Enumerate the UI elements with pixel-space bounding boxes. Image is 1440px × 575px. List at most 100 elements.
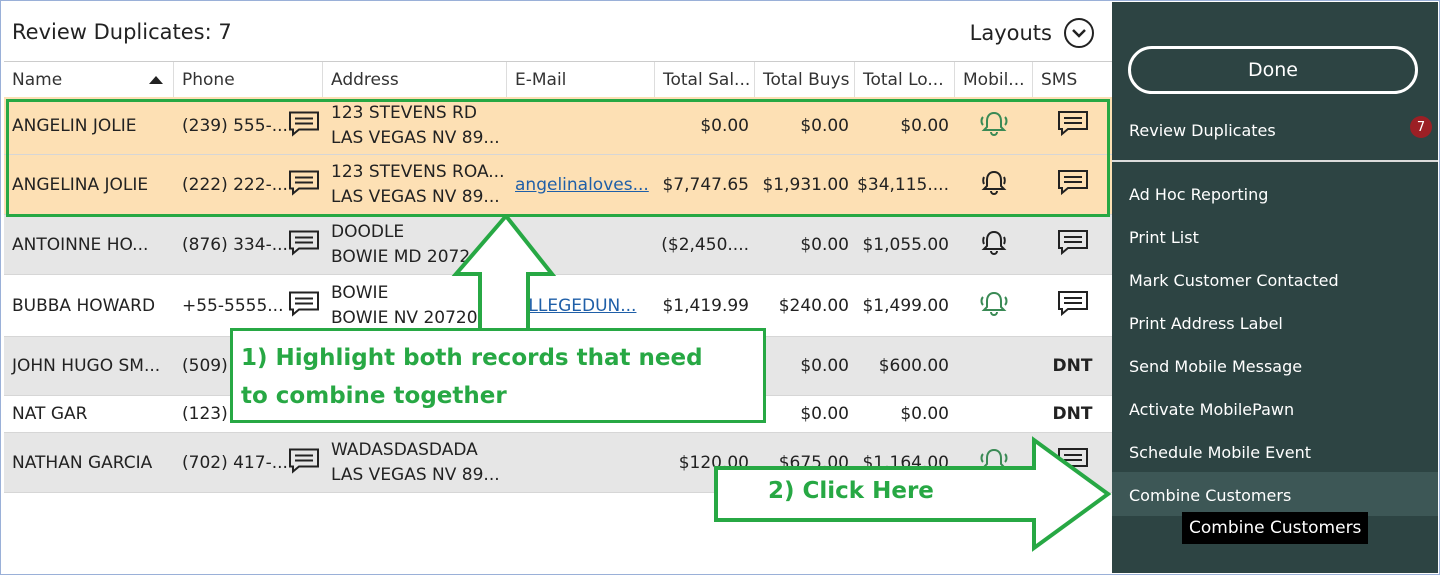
panel-item-activate-mobilepawn[interactable]: Activate MobilePawn <box>1129 400 1294 419</box>
cell-name: BUBBA HOWARD <box>12 295 156 316</box>
cell-total-loans: $1,055.00 <box>862 234 949 255</box>
cell-total-buys: $240.00 <box>778 295 849 316</box>
cell-mobile <box>955 337 1033 395</box>
step2-text: 2) Click Here <box>768 478 934 504</box>
cell-total-loans: $34,115.... <box>857 174 949 195</box>
count-badge: 7 <box>1410 116 1432 138</box>
message-icon[interactable] <box>287 446 321 479</box>
column-header-address[interactable]: Address <box>323 62 507 97</box>
cell-mobile <box>955 275 1033 336</box>
cell-total-buys: $0.00 <box>800 404 849 424</box>
address-line1: BOWIE <box>331 282 389 303</box>
column-header-mobile[interactable]: Mobil... <box>955 62 1033 97</box>
phone-text: (123) <box>182 404 228 424</box>
cell-name: ANGELIN JOLIE <box>12 115 137 136</box>
panel-item-combine-customers[interactable]: Combine Customers <box>1129 486 1291 505</box>
table-row[interactable]: ANGELINA JOLIE (222) 222-... 123 STEVENS R… <box>4 155 1112 215</box>
cell-total-buys: $0.00 <box>800 115 849 136</box>
column-header-phone[interactable]: Phone <box>174 62 323 97</box>
sms-status: DNT <box>1052 356 1093 376</box>
phone-text: (239) 555-... <box>182 115 288 136</box>
address-line2: LAS VEGAS NV 89... <box>331 464 500 485</box>
cell-mobile <box>955 97 1033 154</box>
up-arrow-annotation <box>451 214 557 334</box>
layouts-label: Layouts <box>969 21 1052 45</box>
address-line1: DOODLE <box>331 221 405 242</box>
address-line1: 123 STEVENS ROA... <box>331 161 505 182</box>
panel-item-mark-customer-contacted[interactable]: Mark Customer Contacted <box>1129 271 1339 290</box>
actions-panel: Done Review Duplicates 7 Ad Hoc Reportin… <box>1112 2 1438 573</box>
sort-ascending-icon <box>149 75 163 84</box>
cell-total-sales: $1,419.99 <box>662 295 749 316</box>
cell-mobile <box>955 215 1033 274</box>
cell-name: JOHN HUGO SM... <box>12 356 161 376</box>
column-label: Name <box>12 69 63 90</box>
layouts-menu[interactable]: Layouts <box>970 18 1094 48</box>
review-duplicates-item[interactable]: Review Duplicates <box>1129 121 1276 140</box>
panel-item-print-address-label[interactable]: Print Address Label <box>1129 314 1283 333</box>
bell-active-icon[interactable] <box>978 109 1010 142</box>
page-title: Review Duplicates: 7 <box>12 20 232 44</box>
cell-total-loans: $600.00 <box>878 356 949 376</box>
cell-phone: (876) 334-... <box>174 215 323 274</box>
cell-address: WADASDASDADA LAS VEGAS NV 89... <box>323 433 507 492</box>
cell-sms: DNT <box>1033 337 1112 395</box>
cell-sms <box>1033 97 1112 154</box>
message-icon[interactable] <box>287 289 321 322</box>
column-header-total-buys[interactable]: Total Buys <box>755 62 855 97</box>
step1-text-line1: 1) Highlight both records that need <box>241 345 703 371</box>
column-header-sms[interactable]: SMS <box>1033 62 1112 97</box>
cell-email <box>507 433 655 492</box>
cell-sms <box>1033 215 1112 274</box>
cell-sms <box>1033 275 1112 336</box>
column-header-name[interactable]: Name <box>4 62 174 97</box>
panel-item-send-mobile-message[interactable]: Send Mobile Message <box>1129 357 1302 376</box>
address-line2: LAS VEGAS NV 89... <box>331 186 500 207</box>
phone-text: (876) 334-... <box>182 234 288 255</box>
address-line1: WADASDASDADA <box>331 439 478 460</box>
column-header-email[interactable]: E-Mail <box>507 62 655 97</box>
table-row[interactable]: ANGELIN JOLIE (239) 555-... 123 STEVENS RD… <box>4 97 1112 155</box>
sms-icon[interactable] <box>1056 168 1090 201</box>
tooltip: Combine Customers <box>1182 512 1369 544</box>
cell-total-loans: $0.00 <box>900 115 949 136</box>
sms-icon[interactable] <box>1056 109 1090 142</box>
table-row[interactable]: ANTOINNE HO... (876) 334-... DOODLE BOWIE M… <box>4 215 1112 275</box>
address-line2: LAS VEGAS NV 89... <box>331 127 500 148</box>
message-icon[interactable] <box>287 168 321 201</box>
cell-name: ANGELINA JOLIE <box>12 174 149 195</box>
cell-name: NATHAN GARCIA <box>12 452 153 473</box>
cell-phone: (222) 222-... <box>174 155 323 214</box>
cell-sms: DNT <box>1033 396 1112 432</box>
cell-phone: (239) 555-... <box>174 97 323 154</box>
sms-icon[interactable] <box>1056 289 1090 322</box>
phone-text: (509) <box>182 356 228 376</box>
bell-active-icon[interactable] <box>978 289 1010 322</box>
panel-item-ad-hoc-reporting[interactable]: Ad Hoc Reporting <box>1129 185 1268 204</box>
cell-name: NAT GAR <box>12 404 88 424</box>
cell-total-loans: $1,499.00 <box>862 295 949 316</box>
chevron-down-icon[interactable] <box>1064 18 1094 48</box>
email-link[interactable]: angelinaloves... <box>515 175 649 195</box>
cell-mobile <box>955 396 1033 432</box>
message-icon[interactable] <box>287 228 321 261</box>
column-header-total-sales[interactable]: Total Sal... <box>655 62 755 97</box>
cell-email <box>507 97 655 154</box>
bell-icon[interactable] <box>978 228 1010 261</box>
column-header-total-loans[interactable]: Total Lo... <box>855 62 955 97</box>
panel-divider <box>1112 160 1438 162</box>
message-icon[interactable] <box>287 109 321 142</box>
panel-item-schedule-mobile-event[interactable]: Schedule Mobile Event <box>1129 443 1311 462</box>
cell-total-buys: $1,931.00 <box>762 174 849 195</box>
done-button[interactable]: Done <box>1128 46 1418 94</box>
panel-item-print-list[interactable]: Print List <box>1129 228 1199 247</box>
step1-callout: 1) Highlight both records that need to c… <box>230 328 766 423</box>
cell-mobile <box>955 155 1033 214</box>
cell-total-buys: $0.00 <box>800 356 849 376</box>
step1-text-line2: to combine together <box>241 383 507 409</box>
address-line1: 123 STEVENS RD <box>331 102 477 123</box>
cell-address: 123 STEVENS RD LAS VEGAS NV 89... <box>323 97 507 154</box>
bell-icon[interactable] <box>978 168 1010 201</box>
sms-icon[interactable] <box>1056 228 1090 261</box>
cell-address: 123 STEVENS ROA... LAS VEGAS NV 89... <box>323 155 507 214</box>
